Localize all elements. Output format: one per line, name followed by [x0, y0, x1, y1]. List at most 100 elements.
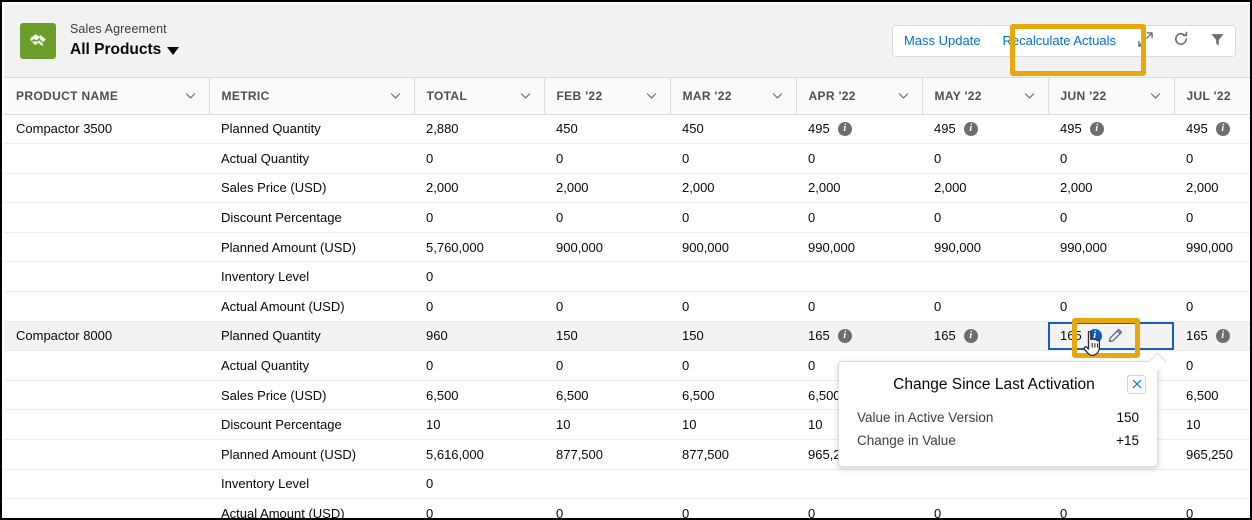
metric-value-cell[interactable]: 2,000	[1048, 173, 1174, 204]
metric-value-cell[interactable]: 990,000	[1174, 232, 1250, 263]
metric-value-cell[interactable]: 0	[670, 291, 796, 322]
metric-value-cell[interactable]: 10	[670, 409, 796, 441]
column-header-mar22[interactable]: Mar '22	[670, 78, 797, 115]
metric-value-cell[interactable]: 0	[670, 143, 796, 174]
column-header-total[interactable]: TOTAL	[414, 78, 545, 115]
metric-value-cell[interactable]: 0	[544, 202, 670, 233]
metric-value-cell[interactable]	[1048, 261, 1174, 293]
metric-value-cell[interactable]: 165 i	[796, 321, 922, 352]
metric-value-cell[interactable]: 2,000	[922, 173, 1048, 204]
record-title-menu[interactable]: All Products	[70, 39, 180, 60]
column-header-feb22[interactable]: Feb '22	[544, 78, 671, 115]
metric-value-cell[interactable]	[1174, 261, 1250, 293]
metric-value-cell[interactable]: 165 i	[1048, 321, 1174, 352]
metric-value-cell[interactable]	[1048, 469, 1174, 500]
chevron-down-icon[interactable]	[519, 89, 532, 102]
metric-value-cell[interactable]: 0	[544, 291, 670, 322]
mass-update-button[interactable]: Mass Update	[892, 25, 992, 56]
metric-value-cell[interactable]: 0	[1048, 202, 1174, 233]
metric-value-cell[interactable]: 0	[1048, 291, 1174, 322]
metric-value-cell[interactable]: 990,000	[796, 232, 922, 263]
metric-value-cell[interactable]	[796, 469, 922, 500]
chevron-down-icon[interactable]	[1023, 89, 1036, 102]
info-icon[interactable]: i	[963, 328, 978, 343]
metric-value-cell[interactable]: 0	[796, 291, 922, 322]
chevron-down-icon[interactable]	[1149, 89, 1162, 102]
column-header-jun22[interactable]: Jun '22	[1048, 78, 1175, 115]
refresh-button[interactable]	[1163, 25, 1199, 56]
metric-value-cell[interactable]: 0	[1048, 498, 1174, 518]
metric-value-cell[interactable]: 0	[796, 498, 922, 518]
metric-value-cell[interactable]: 0	[670, 350, 796, 381]
chevron-down-icon[interactable]	[771, 89, 784, 102]
metric-value-cell[interactable]: 0	[1048, 143, 1174, 174]
metric-value-cell[interactable]: 877,500	[544, 439, 670, 470]
chevron-down-icon[interactable]	[897, 89, 910, 102]
metric-value-cell[interactable]: 0	[544, 350, 670, 381]
info-icon[interactable]: i	[1215, 328, 1230, 343]
metric-value-cell[interactable]: 0	[1174, 143, 1250, 174]
metric-value-cell[interactable]: 0	[1174, 498, 1250, 518]
expand-button[interactable]	[1127, 25, 1163, 56]
metric-value-cell[interactable]: 10	[1174, 409, 1250, 441]
info-icon[interactable]: i	[1089, 121, 1104, 136]
popover-close-button[interactable]	[1127, 375, 1146, 394]
info-icon[interactable]: i	[1215, 121, 1230, 136]
product-name-link[interactable]: Compactor 3500	[4, 114, 209, 145]
info-icon[interactable]: i	[1087, 328, 1102, 343]
metric-value-cell[interactable]: 0	[544, 498, 670, 518]
metric-value-cell[interactable]: 0	[1174, 291, 1250, 322]
metric-value-cell[interactable]	[1174, 469, 1250, 500]
metric-value-cell[interactable]: 965,250	[1174, 439, 1250, 470]
metric-value-cell[interactable]: 0	[796, 202, 922, 233]
metric-value-cell[interactable]: 6,500	[1174, 380, 1250, 411]
filter-button[interactable]	[1199, 25, 1235, 56]
recalculate-actuals-button[interactable]: Recalculate Actuals	[991, 25, 1127, 56]
metric-value-cell[interactable]: 0	[1174, 202, 1250, 233]
metric-value-cell[interactable]: 0	[670, 202, 796, 233]
metric-value-cell[interactable]	[796, 261, 922, 293]
metric-value-cell[interactable]: 495 i	[922, 114, 1048, 145]
metric-value-cell[interactable]: 2,000	[1174, 173, 1250, 204]
metric-value-cell[interactable]	[670, 469, 796, 500]
product-name-link[interactable]: Compactor 8000	[4, 321, 209, 352]
metric-value-cell[interactable]	[670, 261, 796, 293]
metric-value-cell[interactable]: 0	[922, 291, 1048, 322]
metric-value-cell[interactable]: 150	[670, 321, 796, 352]
metric-value-cell[interactable]: 0	[796, 143, 922, 174]
metric-value-cell[interactable]: 450	[544, 114, 670, 145]
metric-value-cell[interactable]: 900,000	[544, 232, 670, 263]
metric-value-cell[interactable]: 900,000	[670, 232, 796, 263]
metric-value-cell[interactable]: 6,500	[670, 380, 796, 411]
column-header-metric[interactable]: METRIC	[209, 78, 415, 115]
column-header-apr22[interactable]: Apr '22	[796, 78, 923, 115]
metric-value-cell[interactable]: 10	[544, 409, 670, 441]
metric-value-cell[interactable]: 6,500	[544, 380, 670, 411]
metric-value-cell[interactable]: 877,500	[670, 439, 796, 470]
column-header-may22[interactable]: May '22	[922, 78, 1049, 115]
chevron-down-icon[interactable]	[645, 89, 658, 102]
metric-value-cell[interactable]: 150	[544, 321, 670, 352]
metric-value-cell[interactable]: 2,000	[796, 173, 922, 204]
metric-value-cell[interactable]: 0	[922, 202, 1048, 233]
info-icon[interactable]: i	[837, 121, 852, 136]
metric-value-cell[interactable]: 990,000	[922, 232, 1048, 263]
metric-value-cell[interactable]: 0	[922, 143, 1048, 174]
metric-value-cell[interactable]: 165 i	[922, 321, 1048, 352]
metric-value-cell[interactable]: 2,000	[544, 173, 670, 204]
metric-value-cell[interactable]: 495 i	[1174, 114, 1250, 145]
info-icon[interactable]: i	[963, 121, 978, 136]
metric-value-cell[interactable]: 450	[670, 114, 796, 145]
chevron-down-icon[interactable]	[389, 89, 402, 102]
metric-value-cell[interactable]	[922, 261, 1048, 293]
metric-value-cell[interactable]: 2,000	[670, 173, 796, 204]
metric-value-cell[interactable]: 0	[1174, 350, 1250, 381]
metric-value-cell[interactable]: 0	[670, 498, 796, 518]
info-icon[interactable]: i	[837, 328, 852, 343]
metric-value-cell[interactable]: 0	[544, 143, 670, 174]
column-header-jul22[interactable]: Jul '22	[1174, 78, 1250, 115]
metric-value-cell[interactable]: 495 i	[796, 114, 922, 145]
metric-value-cell[interactable]	[922, 469, 1048, 500]
metric-value-cell[interactable]	[544, 261, 670, 293]
metric-value-cell[interactable]	[544, 469, 670, 500]
